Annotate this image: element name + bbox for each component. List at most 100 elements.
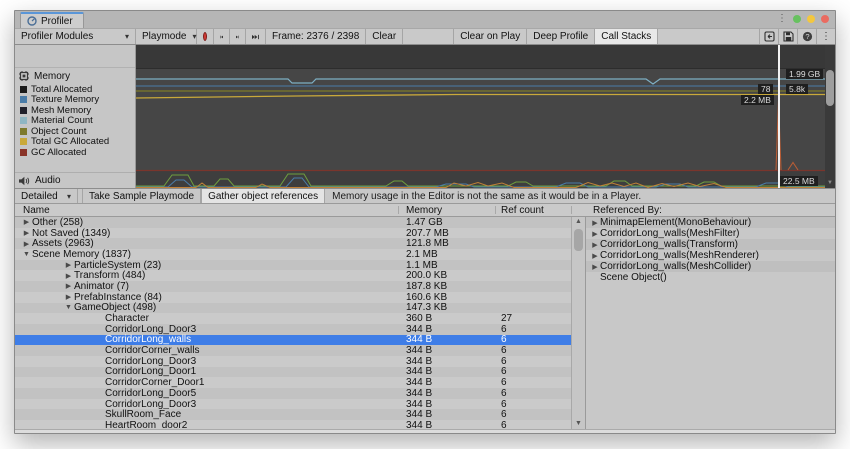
- legend-label: Object Count: [31, 125, 87, 137]
- expand-arrow-icon[interactable]: ▶: [21, 240, 32, 248]
- expand-arrow-icon[interactable]: ▶: [21, 218, 32, 226]
- table-row[interactable]: CorridorCorner_walls 344 B 6: [15, 345, 571, 356]
- kebab-menu-icon: ⋮: [821, 30, 831, 42]
- table-row[interactable]: CorridorLong_Door3 344 B 6: [15, 324, 571, 335]
- legend-item[interactable]: Texture Memory: [20, 94, 135, 106]
- column-header-ref-count[interactable]: Ref count: [501, 205, 544, 216]
- tab-profiler[interactable]: Profiler: [20, 12, 84, 28]
- referenced-by-item[interactable]: ▶ CorridorLong_walls(MeshRenderer): [586, 250, 835, 261]
- expand-arrow-icon[interactable]: ▶: [590, 263, 600, 271]
- legend-swatch: [20, 138, 27, 146]
- row-name: CorridorCorner_walls: [105, 345, 200, 357]
- row-memory: 344 B: [406, 366, 433, 378]
- table-vertical-scrollbar[interactable]: ▲ ▼: [571, 217, 585, 429]
- column-header-name[interactable]: Name: [23, 205, 50, 216]
- playmode-dropdown[interactable]: Playmode ▾: [136, 29, 197, 44]
- expand-arrow-icon[interactable]: ▶: [21, 229, 32, 237]
- clear-button[interactable]: Clear: [366, 29, 404, 44]
- column-header-memory[interactable]: Memory: [406, 205, 442, 216]
- referenced-by-item[interactable]: ▶ MinimapElement(MonoBehaviour): [586, 217, 835, 228]
- help-button[interactable]: ?: [797, 29, 816, 44]
- legend-item[interactable]: GC Allocated: [20, 147, 135, 158]
- window-button-green[interactable]: [793, 15, 801, 23]
- detailed-dropdown[interactable]: Detailed ▾: [15, 189, 78, 203]
- legend-item[interactable]: Mesh Memory: [20, 105, 135, 116]
- table-row[interactable]: HeartRoom_door2 344 B 6: [15, 420, 571, 429]
- record-button[interactable]: [197, 29, 214, 44]
- table-row[interactable]: CorridorLong_Door3 344 B 6: [15, 356, 571, 367]
- table-row[interactable]: CorridorLong_Door3 344 B 6: [15, 399, 571, 410]
- table-row[interactable]: Character 360 B 27: [15, 313, 571, 324]
- expand-arrow-icon[interactable]: ▶: [590, 241, 600, 249]
- table-row[interactable]: ▶ Other (258) 1.47 GB: [15, 217, 571, 228]
- legend-item[interactable]: Total GC Allocated: [20, 136, 135, 147]
- save-profile-button[interactable]: [778, 29, 797, 44]
- row-memory: 344 B: [406, 345, 433, 357]
- table-row[interactable]: ▶ Assets (2963) 121.8 MB: [15, 238, 571, 249]
- expand-arrow-icon[interactable]: ▶: [63, 272, 74, 280]
- row-name: CorridorLong_Door3: [105, 355, 197, 367]
- expand-arrow-icon[interactable]: ▶: [590, 219, 600, 227]
- chevron-down-icon: ▾: [124, 32, 129, 41]
- clear-on-play-toggle[interactable]: Clear on Play: [454, 29, 528, 44]
- window-button-red[interactable]: [821, 15, 829, 23]
- expand-arrow-icon[interactable]: ▶: [63, 282, 74, 290]
- table-row[interactable]: ▶ PrefabInstance (84) 160.6 KB: [15, 292, 571, 303]
- scroll-up-icon[interactable]: ▲: [572, 217, 585, 227]
- call-stacks-toggle[interactable]: Call Stacks: [595, 29, 659, 44]
- table-row[interactable]: ▶ Transform (484) 200.0 KB: [15, 270, 571, 281]
- legend-item[interactable]: Object Count: [20, 126, 135, 137]
- table-row[interactable]: SkullRoom_Face 344 B 6: [15, 409, 571, 420]
- current-frame-playhead[interactable]: [778, 45, 780, 188]
- detail-toolbar: Detailed ▾ Take Sample Playmode Gather o…: [15, 188, 835, 203]
- table-row[interactable]: CorridorLong_walls 344 B 6: [15, 334, 571, 345]
- row-memory: 1.47 GB: [406, 217, 443, 228]
- row-ref-count: 6: [501, 377, 507, 389]
- gather-object-references-toggle[interactable]: Gather object references: [201, 189, 326, 203]
- tab-menu-icon[interactable]: ⋮: [777, 14, 787, 24]
- toolbar-menu-button[interactable]: ⋮: [816, 29, 835, 44]
- table-scrollbar-thumb[interactable]: [574, 229, 583, 251]
- row-name: SkullRoom_Face: [105, 409, 182, 421]
- current-frame-button[interactable]: [246, 29, 266, 44]
- chart-scroll-down-icon[interactable]: ▼: [825, 180, 835, 187]
- table-row[interactable]: ▶ Animator (7) 187.8 KB: [15, 281, 571, 292]
- referenced-by-item[interactable]: ▶ CorridorLong_walls(MeshCollider): [586, 261, 835, 272]
- scroll-down-icon[interactable]: ▼: [572, 419, 585, 429]
- table-row[interactable]: ▼ Scene Memory (1837) 2.1 MB: [15, 249, 571, 260]
- table-row[interactable]: ▶ ParticleSystem (23) 1.1 MB: [15, 260, 571, 271]
- next-frame-button[interactable]: [230, 29, 246, 44]
- legend-item[interactable]: Total Allocated: [20, 84, 135, 95]
- table-row[interactable]: ▶ Not Saved (1349) 207.7 MB: [15, 228, 571, 239]
- memory-chart-canvas[interactable]: 1.99 GB 78 5.8k 2.2 MB 22.5 MB ▼: [136, 45, 835, 188]
- chart-scrollbar-thumb[interactable]: [826, 70, 834, 106]
- expand-arrow-icon[interactable]: ▶: [63, 293, 74, 301]
- collapse-arrow-icon[interactable]: ▼: [21, 251, 32, 258]
- chart-vertical-scrollbar[interactable]: ▼: [825, 45, 835, 188]
- legend-item[interactable]: Material Count: [20, 115, 135, 126]
- expand-arrow-icon[interactable]: ▶: [63, 261, 74, 269]
- expand-arrow-icon[interactable]: ▶: [590, 230, 600, 238]
- sidebar-gap: [15, 45, 135, 68]
- table-row[interactable]: CorridorCorner_Door1 344 B 6: [15, 377, 571, 388]
- previous-frame-button[interactable]: [214, 29, 230, 44]
- table-header: Name Memory Ref count Referenced By:: [15, 203, 835, 217]
- row-ref-count: 6: [501, 398, 507, 410]
- table-row[interactable]: CorridorLong_Door5 344 B 6: [15, 388, 571, 399]
- referenced-by-header: Referenced By:: [593, 205, 662, 216]
- window-button-yellow[interactable]: [807, 15, 815, 23]
- table-row[interactable]: CorridorLong_Door1 344 B 6: [15, 366, 571, 378]
- profiler-modules-dropdown[interactable]: Profiler Modules ▾: [15, 29, 136, 44]
- load-profile-button[interactable]: [759, 29, 778, 44]
- expand-arrow-icon[interactable]: ▶: [590, 252, 600, 260]
- module-header-audio[interactable]: Audio: [15, 172, 135, 188]
- referenced-by-item[interactable]: Scene Object(): [586, 272, 835, 283]
- legend-label: Texture Memory: [31, 94, 100, 106]
- referenced-by-item[interactable]: ▶ CorridorLong_walls(Transform): [586, 239, 835, 250]
- module-header-memory[interactable]: Memory: [15, 68, 135, 84]
- collapse-arrow-icon[interactable]: ▼: [63, 304, 74, 311]
- table-row[interactable]: ▼ GameObject (498) 147.3 KB: [15, 302, 571, 313]
- take-sample-button[interactable]: Take Sample Playmode: [82, 189, 202, 203]
- referenced-by-item[interactable]: ▶ CorridorLong_walls(MeshFilter): [586, 228, 835, 239]
- deep-profile-toggle[interactable]: Deep Profile: [527, 29, 596, 44]
